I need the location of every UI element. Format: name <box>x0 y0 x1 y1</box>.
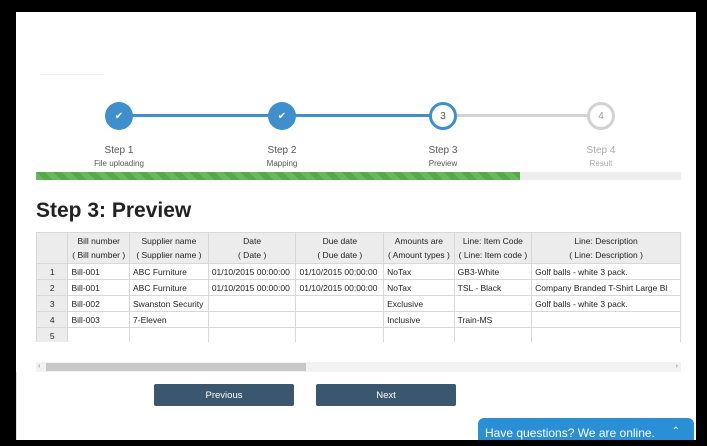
step-1-check-icon: ✔ <box>105 102 133 130</box>
previous-button[interactable]: Previous <box>154 384 294 406</box>
scroll-left-icon[interactable]: ‹ <box>38 362 40 372</box>
column-mapping: ( Line: Description ) <box>569 250 643 260</box>
table-cell[interactable]: Swanston Security <box>129 295 209 312</box>
column-name: Due date <box>322 236 358 246</box>
column-name: Amounts are <box>394 236 443 246</box>
table-cell[interactable]: Company Branded T-Shirt Large Bl <box>531 279 681 296</box>
table-cell[interactable]: ABC Furniture <box>129 279 209 296</box>
chat-widget[interactable]: Have questions? We are online. ⌃ <box>478 418 694 440</box>
column-name: Line: Description <box>574 236 638 246</box>
column-name: Supplier name <box>141 236 197 246</box>
column-header[interactable]: Date ( Date ) <box>207 232 297 264</box>
table-cell[interactable] <box>295 327 385 342</box>
progress-bar <box>36 172 681 180</box>
stepper-line-todo <box>443 114 601 117</box>
table-cell[interactable] <box>207 327 297 342</box>
scroll-right-icon[interactable]: › <box>676 362 678 372</box>
column-mapping: ( Line: Item code ) <box>458 250 528 260</box>
next-button[interactable]: Next <box>316 384 456 406</box>
step-2-title: Step 2 <box>267 145 297 156</box>
table-cell[interactable] <box>531 311 681 328</box>
table-cell[interactable]: 01/10/2015 00:00:00 <box>295 279 385 296</box>
table-cell[interactable] <box>453 295 533 312</box>
table-cell[interactable]: 01/10/2015 00:00:00 <box>207 263 297 280</box>
table-row: 5 <box>36 327 681 342</box>
step-3-title: Step 3 <box>428 145 458 156</box>
page-title: Step 3: Preview <box>36 199 192 222</box>
column-name: Line: Item Code <box>462 236 523 246</box>
table-row: 4 Bill-003 7-Eleven Inclusive Train-MS <box>36 311 681 328</box>
column-mapping: ( Date ) <box>237 250 267 260</box>
step-2-subtitle: Mapping <box>266 159 298 168</box>
table-cell[interactable] <box>383 327 455 342</box>
column-name: Date <box>243 236 262 246</box>
table-cell[interactable] <box>207 311 297 328</box>
divider <box>16 372 17 440</box>
table-row: 3 Bill-002 Swanston Security Exclusive G… <box>36 295 681 312</box>
horizontal-scrollbar[interactable]: ‹ › <box>36 362 681 372</box>
table-cell[interactable] <box>295 295 385 312</box>
step-4-title: Step 4 <box>586 145 616 156</box>
table-cell[interactable]: Inclusive <box>383 311 455 328</box>
row-number: 5 <box>36 327 69 342</box>
table-row: 2 Bill-001 ABC Furniture 01/10/2015 00:0… <box>36 279 681 296</box>
column-name: Bill number <box>77 236 121 246</box>
table-cell[interactable]: GB3-White <box>453 263 533 280</box>
step-4-subtitle: Result <box>589 159 613 168</box>
table-cell[interactable] <box>129 327 209 342</box>
column-mapping: ( Bill number ) <box>72 250 126 260</box>
step-1-title: Step 1 <box>104 145 134 156</box>
table-cell[interactable]: Bill-002 <box>67 295 131 312</box>
column-header[interactable]: Amounts are ( Amount types ) <box>383 232 455 264</box>
table-cell[interactable] <box>67 327 131 342</box>
table-cell[interactable] <box>295 311 385 328</box>
column-header[interactable]: Bill number ( Bill number ) <box>67 232 131 264</box>
row-number: 1 <box>36 263 69 280</box>
table-cell[interactable]: Golf balls - white 3 pack. <box>531 295 681 312</box>
table-cell[interactable]: NoTax <box>383 263 455 280</box>
table-row: 1 Bill-001 ABC Furniture 01/10/2015 00:0… <box>36 263 681 280</box>
table-cell[interactable] <box>207 295 297 312</box>
step-4-circle: 4 <box>587 102 615 130</box>
table-cell[interactable]: 01/10/2015 00:00:00 <box>207 279 297 296</box>
table-cell[interactable]: TSL - Black <box>453 279 533 296</box>
table-cell[interactable]: 01/10/2015 00:00:00 <box>295 263 385 280</box>
progress-bar-fill <box>36 172 520 180</box>
table-header-row: Bill number ( Bill number ) Supplier name… <box>36 232 681 264</box>
step-3-subtitle: Preview <box>428 159 458 168</box>
table-cell[interactable] <box>531 327 681 342</box>
table-corner <box>36 232 69 264</box>
table-cell[interactable]: Bill-003 <box>67 311 131 328</box>
step-3-circle: 3 <box>429 102 457 130</box>
column-mapping: ( Amount types ) <box>387 250 450 260</box>
table-cell[interactable]: Exclusive <box>383 295 455 312</box>
preview-table[interactable]: Bill number ( Bill number ) Supplier name… <box>36 232 681 342</box>
table-cell[interactable]: ABC Furniture <box>129 263 209 280</box>
step-1-subtitle: File uploading <box>94 159 144 168</box>
table-cell[interactable]: Train-MS <box>453 311 533 328</box>
faded-breadcrumb <box>30 34 32 41</box>
table-cell[interactable]: 7-Eleven <box>129 311 209 328</box>
chat-label: Have questions? We are online. <box>485 426 655 440</box>
table-cell[interactable]: Bill-001 <box>67 263 131 280</box>
table-cell[interactable]: NoTax <box>383 279 455 296</box>
column-mapping: ( Supplier name ) <box>136 250 202 260</box>
column-header[interactable]: Line: Item Code ( Line: Item code ) <box>453 232 533 264</box>
app-window: ✔ Step 1 File uploading ✔ Step 2 Mapping… <box>16 12 696 440</box>
table-cell[interactable] <box>453 327 533 342</box>
column-header[interactable]: Due date ( Due date ) <box>295 232 385 264</box>
step-2-check-icon: ✔ <box>268 102 296 130</box>
row-number: 3 <box>36 295 69 312</box>
table-cell[interactable]: Golf balls - white 3 pack. <box>531 263 681 280</box>
column-header[interactable]: Line: Description ( Line: Description ) <box>531 232 681 264</box>
column-header[interactable]: Supplier name ( Supplier name ) <box>129 232 209 264</box>
row-number: 2 <box>36 279 69 296</box>
chevron-up-icon[interactable]: ⌃ <box>672 426 680 437</box>
scrollbar-thumb[interactable] <box>46 363 306 371</box>
table-cell[interactable]: Bill-001 <box>67 279 131 296</box>
row-number: 4 <box>36 311 69 328</box>
column-mapping: ( Due date ) <box>317 250 363 260</box>
faded-underline <box>40 74 104 75</box>
